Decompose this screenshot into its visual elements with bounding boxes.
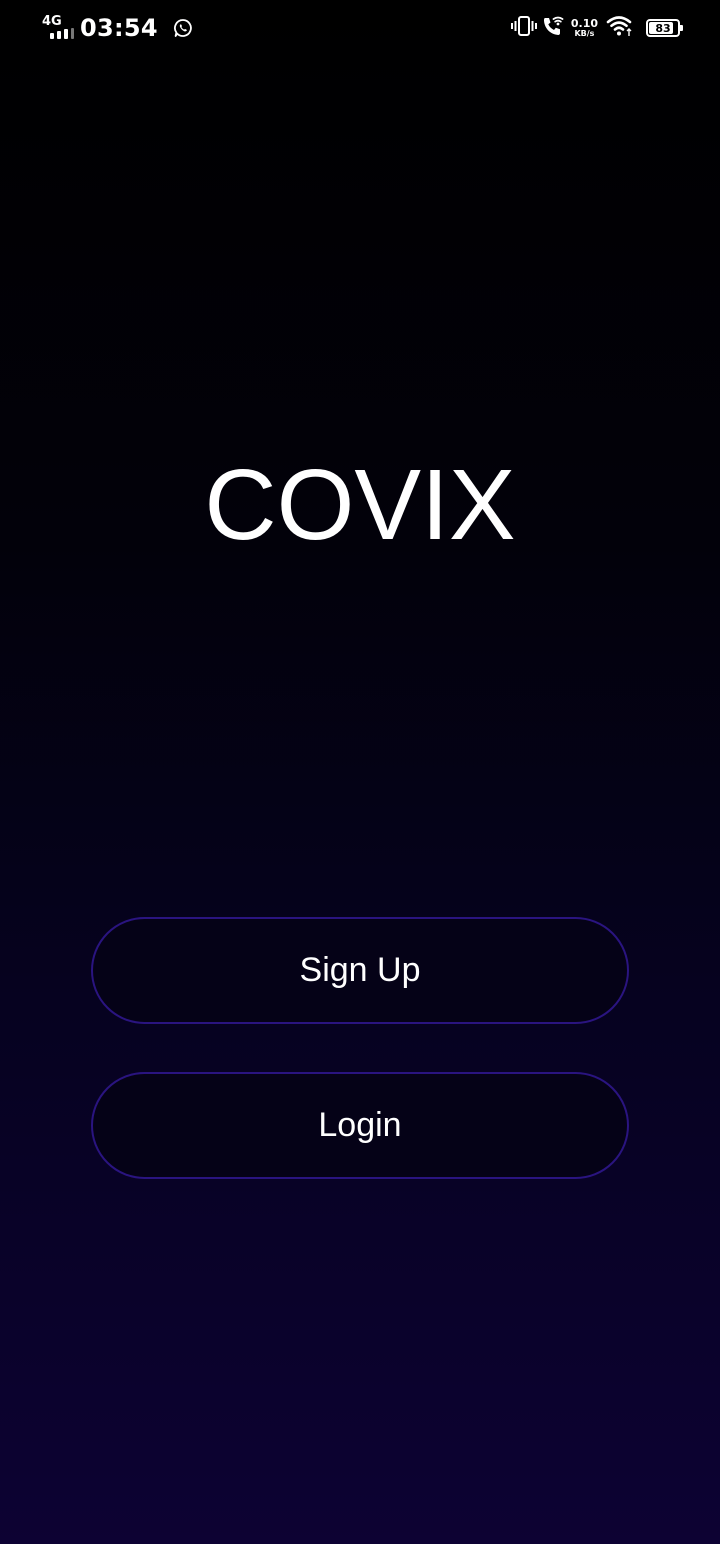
- clock: 03:54: [80, 14, 158, 42]
- login-button[interactable]: Login: [91, 1072, 629, 1179]
- vibrate-icon: [510, 15, 537, 42]
- network-type-label: 4G: [42, 14, 62, 29]
- network-speed: 0.10 KB/s: [571, 18, 598, 38]
- app-title: COVIX: [204, 449, 516, 561]
- status-bar-right: 0.10 KB/s 83: [510, 14, 683, 42]
- wifi-icon: [606, 15, 634, 42]
- network-speed-value: 0.10: [570, 17, 598, 30]
- wifi-calling-icon: [541, 15, 565, 42]
- network-speed-unit: KB/s: [574, 29, 595, 38]
- battery-icon: 83: [646, 19, 683, 37]
- signup-button[interactable]: Sign Up: [91, 917, 629, 1024]
- status-bar-left: 4G 03:54: [42, 14, 193, 42]
- signal-icon: [50, 28, 74, 39]
- status-bar: 4G 03:54 0.10 KB/s 83: [0, 0, 720, 56]
- network-indicator: 4G: [42, 15, 74, 41]
- whatsapp-icon: [173, 18, 193, 38]
- battery-level: 83: [655, 21, 671, 35]
